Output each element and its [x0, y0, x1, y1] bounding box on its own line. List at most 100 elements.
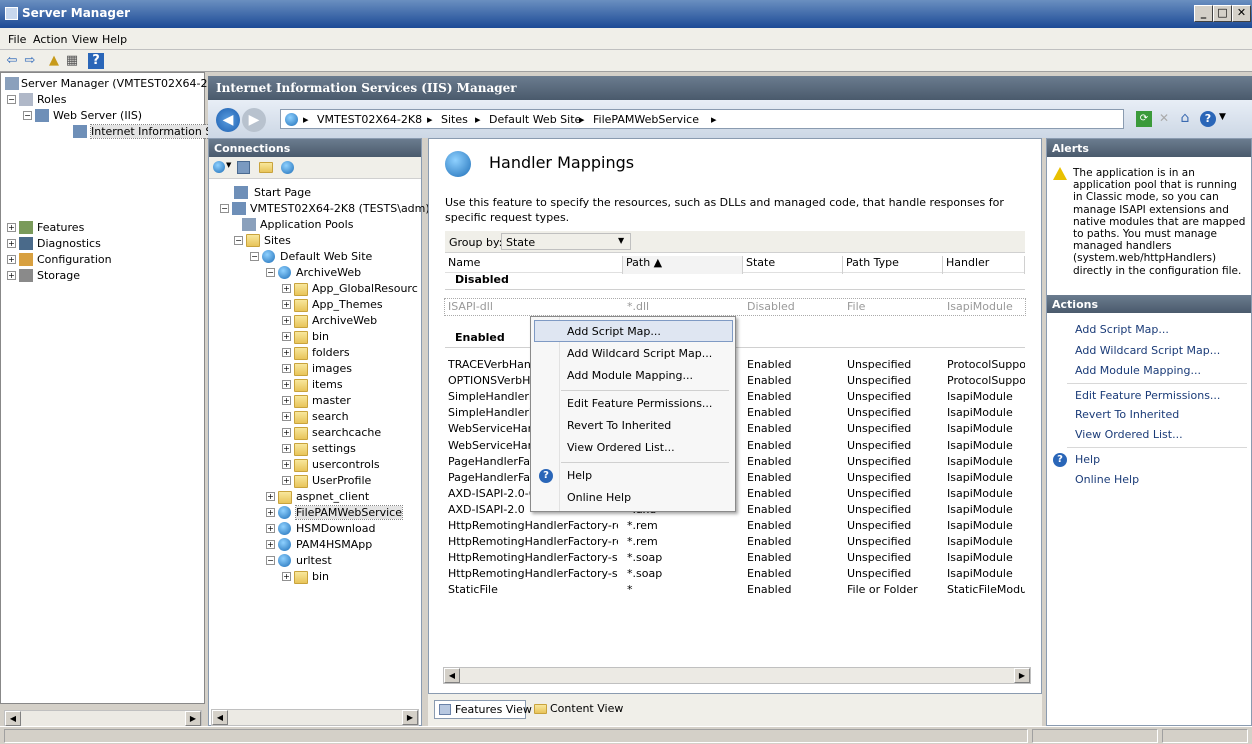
refresh-icon[interactable]: ⟳: [1136, 111, 1152, 127]
expand-icon[interactable]: +: [282, 348, 291, 357]
connections-hscroll[interactable]: ◀ ▶: [211, 709, 419, 726]
col-handler[interactable]: Handler: [943, 256, 1025, 274]
expand-icon[interactable]: +: [282, 300, 291, 309]
chevron-down-icon[interactable]: ▼: [226, 161, 231, 169]
help-icon[interactable]: ?: [1200, 111, 1216, 127]
expand-icon[interactable]: +: [282, 476, 291, 485]
tree-roles[interactable]: Roles: [37, 93, 66, 106]
collapse-icon[interactable]: −: [266, 556, 275, 565]
tree-archiveweb[interactable]: ArchiveWeb: [296, 266, 361, 279]
collapse-icon[interactable]: −: [7, 95, 16, 104]
table-row[interactable]: StaticFile * Enabled File or Folder StaticFi…: [445, 582, 1025, 598]
col-path[interactable]: Path ▲: [623, 256, 743, 274]
action-online-help[interactable]: Online Help: [1075, 473, 1139, 486]
groupby-select[interactable]: State ▼: [501, 233, 631, 250]
ctx-edit-perms[interactable]: Edit Feature Permissions...: [567, 394, 727, 414]
breadcrumb-filepam[interactable]: FilePAMWebService: [593, 113, 699, 126]
menu-help[interactable]: Help: [102, 33, 127, 46]
expand-icon[interactable]: +: [282, 332, 291, 341]
menu-view[interactable]: View: [72, 33, 98, 46]
tree-web-server[interactable]: Web Server (IIS): [53, 109, 142, 122]
tree-iis[interactable]: Internet Information Se: [89, 124, 221, 139]
action-edit-perms[interactable]: Edit Feature Permissions...: [1075, 389, 1220, 402]
chevron-down-icon[interactable]: ▼: [618, 236, 624, 245]
tree-start-page[interactable]: Start Page: [254, 186, 311, 199]
col-state[interactable]: State: [743, 256, 843, 274]
close-button[interactable]: ✕: [1232, 5, 1251, 22]
maximize-button[interactable]: □: [1213, 5, 1232, 22]
tree-folders[interactable]: folders: [312, 346, 350, 359]
nav-back-icon[interactable]: ◀: [216, 108, 240, 132]
collapse-icon[interactable]: −: [234, 236, 243, 245]
scroll-right-icon[interactable]: ▶: [402, 710, 418, 725]
expand-icon[interactable]: +: [7, 223, 16, 232]
tree-configuration[interactable]: Configuration: [37, 253, 112, 266]
expand-icon[interactable]: +: [7, 271, 16, 280]
scroll-left-icon[interactable]: ◀: [212, 710, 228, 725]
expand-icon[interactable]: +: [282, 380, 291, 389]
collapse-icon[interactable]: −: [220, 204, 229, 213]
tree-settings[interactable]: settings: [312, 442, 356, 455]
breadcrumb-server[interactable]: VMTEST02X64-2K8: [317, 113, 422, 126]
expand-icon[interactable]: +: [266, 540, 275, 549]
expand-icon[interactable]: +: [282, 396, 291, 405]
up-folder-icon[interactable]: ▲: [46, 53, 62, 69]
expand-icon[interactable]: +: [282, 364, 291, 373]
col-name[interactable]: Name: [445, 256, 623, 274]
breadcrumb-sites[interactable]: Sites: [441, 113, 468, 126]
breadcrumb[interactable]: ▸ VMTEST02X64-2K8 ▸ Sites ▸ Default Web …: [280, 109, 1124, 129]
expand-icon[interactable]: +: [282, 412, 291, 421]
action-revert[interactable]: Revert To Inherited: [1075, 408, 1179, 421]
chevron-down-icon[interactable]: ▼: [1219, 112, 1226, 122]
action-view-ordered[interactable]: View Ordered List...: [1075, 428, 1183, 441]
tab-features-view[interactable]: Features View: [434, 700, 532, 719]
tree-usercontrols[interactable]: usercontrols: [312, 458, 380, 471]
tree-storage[interactable]: Storage: [37, 269, 80, 282]
breadcrumb-default-site[interactable]: Default Web Site: [489, 113, 581, 126]
scroll-right-icon[interactable]: ▶: [185, 711, 201, 726]
tree-root[interactable]: Server Manager (VMTEST02X64-2K: [21, 77, 215, 90]
ctx-view-ordered[interactable]: View Ordered List...: [567, 438, 727, 458]
save-icon[interactable]: [237, 161, 250, 174]
tree-aspnet-client[interactable]: aspnet_client: [296, 490, 369, 503]
left-hscroll[interactable]: ◀ ▶: [4, 710, 202, 727]
ctx-help[interactable]: Help: [567, 466, 727, 486]
nav-forward-icon[interactable]: ▶: [242, 108, 266, 132]
table-row[interactable]: HttpRemotingHandlerFactory-re... *.rem Ena…: [445, 534, 1025, 550]
stop-icon[interactable]: ✕: [1156, 111, 1172, 127]
ctx-add-script-map[interactable]: Add Script Map...: [567, 322, 727, 342]
help-icon[interactable]: ?: [88, 53, 104, 69]
expand-icon[interactable]: +: [266, 524, 275, 533]
tree-urltest-bin[interactable]: bin: [312, 570, 329, 583]
tree-app-pools[interactable]: Application Pools: [260, 218, 353, 231]
tree-userprofile[interactable]: UserProfile: [312, 474, 371, 487]
tree-urltest[interactable]: urltest: [296, 554, 332, 567]
ctx-add-module[interactable]: Add Module Mapping...: [567, 366, 727, 386]
tree-images[interactable]: images: [312, 362, 352, 375]
col-pathtype[interactable]: Path Type: [843, 256, 943, 274]
ctx-add-wildcard[interactable]: Add Wildcard Script Map...: [567, 344, 727, 364]
action-help[interactable]: Help: [1075, 453, 1100, 466]
tab-content-view[interactable]: Content View: [530, 700, 623, 719]
tree-filepam[interactable]: FilePAMWebService: [295, 505, 403, 520]
tree-app-global[interactable]: App_GlobalResourc: [312, 282, 418, 295]
tree-app-themes[interactable]: App_Themes: [312, 298, 383, 311]
tree-server[interactable]: VMTEST02X64-2K8 (TESTS\adm): [250, 202, 430, 215]
expand-icon[interactable]: +: [266, 492, 275, 501]
table-row[interactable]: HttpRemotingHandlerFactory-so... *.soap En…: [445, 566, 1025, 582]
expand-icon[interactable]: +: [282, 428, 291, 437]
expand-icon[interactable]: +: [7, 239, 16, 248]
expand-icon[interactable]: +: [282, 444, 291, 453]
table-hscroll[interactable]: ◀ ▶: [443, 667, 1031, 684]
home-icon[interactable]: ⌂: [1176, 110, 1194, 128]
action-add-module[interactable]: Add Module Mapping...: [1075, 364, 1201, 377]
tree-archiveweb2[interactable]: ArchiveWeb: [312, 314, 377, 327]
table-row[interactable]: HttpRemotingHandlerFactory-re... *.rem Ena…: [445, 518, 1025, 534]
tree-master[interactable]: master: [312, 394, 351, 407]
scroll-left-icon[interactable]: ◀: [444, 668, 460, 683]
action-add-script-map[interactable]: Add Script Map...: [1075, 323, 1169, 336]
tree-items[interactable]: items: [312, 378, 343, 391]
ctx-online-help[interactable]: Online Help: [567, 488, 727, 508]
expand-icon[interactable]: +: [282, 460, 291, 469]
tree-sites[interactable]: Sites: [264, 234, 291, 247]
